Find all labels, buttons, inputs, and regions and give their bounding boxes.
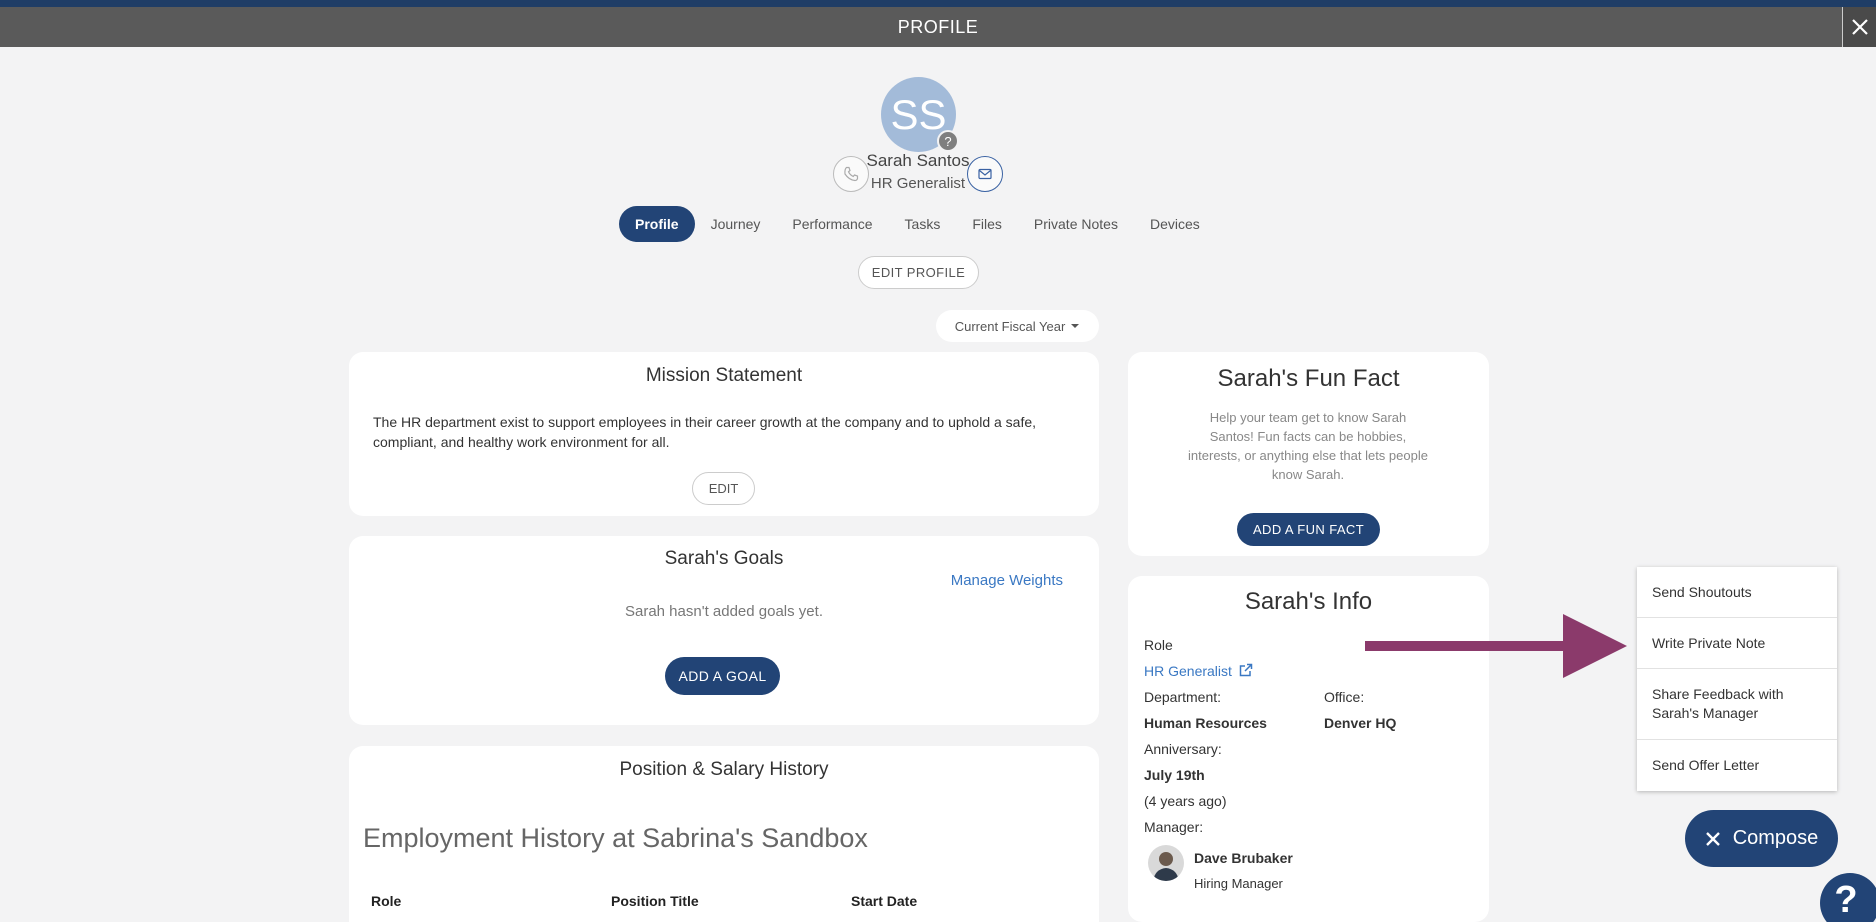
email-button[interactable] xyxy=(967,156,1003,192)
top-accent-strip xyxy=(0,0,1876,7)
office-label: Office: xyxy=(1324,689,1365,705)
goals-card: Sarah's Goals Manage Weights Sarah hasn'… xyxy=(349,536,1099,725)
close-icon xyxy=(1851,19,1868,35)
menu-item-write-private-note[interactable]: Write Private Note xyxy=(1637,618,1837,669)
position-history-card: Position & Salary History Employment His… xyxy=(349,746,1099,922)
role-link[interactable]: HR Generalist xyxy=(1144,663,1253,679)
caret-down-icon xyxy=(1071,324,1080,328)
column-header-start-date[interactable]: Start Date xyxy=(851,893,917,909)
manager-label: Manager: xyxy=(1144,819,1204,835)
compose-button[interactable]: Compose xyxy=(1685,810,1838,867)
tab-files[interactable]: Files xyxy=(972,206,1002,242)
tab-journey[interactable]: Journey xyxy=(711,206,761,242)
avatar-initials: SS xyxy=(890,90,947,138)
avatar-help-badge[interactable]: ? xyxy=(937,130,959,152)
role-label: Role xyxy=(1144,637,1173,653)
fiscal-year-select[interactable]: Current Fiscal Year xyxy=(936,310,1099,342)
user-role: HR Generalist xyxy=(870,175,966,192)
tab-performance[interactable]: Performance xyxy=(792,206,872,242)
user-name: Sarah Santos xyxy=(866,151,970,170)
position-history-title: Position & Salary History xyxy=(619,759,829,780)
anniversary-value: July 19th xyxy=(1144,767,1205,783)
menu-item-share-feedback[interactable]: Share Feedback with Sarah's Manager xyxy=(1637,669,1837,740)
manage-weights-link[interactable]: Manage Weights xyxy=(951,572,1063,589)
compose-menu: Send Shoutouts Write Private Note Share … xyxy=(1637,567,1837,791)
compose-label: Compose xyxy=(1732,827,1819,849)
anniversary-label: Anniversary: xyxy=(1144,741,1222,757)
person-icon xyxy=(1153,852,1179,881)
add-fun-fact-button[interactable]: ADD A FUN FACT xyxy=(1237,513,1380,546)
column-header-role[interactable]: Role xyxy=(371,893,401,909)
mission-statement-card: Mission Statement The HR department exis… xyxy=(349,352,1099,516)
role-link-text: HR Generalist xyxy=(1144,663,1232,679)
tab-private-notes[interactable]: Private Notes xyxy=(1034,206,1118,242)
column-header-position-title[interactable]: Position Title xyxy=(611,893,699,909)
page-title: PROFILE xyxy=(897,17,979,37)
profile-header: PROFILE xyxy=(0,7,1876,47)
fun-fact-card: Sarah's Fun Fact Help your team get to k… xyxy=(1128,352,1489,556)
manager-avatar[interactable] xyxy=(1148,845,1184,881)
help-icon: ? xyxy=(1834,878,1858,921)
close-button[interactable] xyxy=(1842,7,1876,47)
manager-name[interactable]: Dave Brubaker xyxy=(1194,850,1293,866)
fun-fact-text: Help your team get to know Sarah Santos!… xyxy=(1188,410,1428,482)
manager-title: Hiring Manager xyxy=(1194,876,1283,891)
avatar-help-badge-text: ? xyxy=(944,133,952,149)
external-link-icon xyxy=(1239,663,1253,677)
help-button[interactable]: ? xyxy=(1820,873,1876,922)
goals-title: Sarah's Goals xyxy=(664,548,784,569)
tab-profile[interactable]: Profile xyxy=(619,206,695,242)
info-title: Sarah's Info xyxy=(1244,588,1373,615)
edit-profile-button[interactable]: EDIT PROFILE xyxy=(858,256,979,289)
menu-item-send-shoutouts[interactable]: Send Shoutouts xyxy=(1637,567,1837,618)
anniversary-ago: (4 years ago) xyxy=(1144,793,1227,809)
mail-icon xyxy=(978,168,992,180)
department-value: Human Resources xyxy=(1144,715,1267,731)
fun-fact-title: Sarah's Fun Fact xyxy=(1217,365,1400,392)
add-goal-button[interactable]: ADD A GOAL xyxy=(665,657,780,695)
mission-title: Mission Statement xyxy=(645,365,803,386)
goals-empty-text: Sarah hasn't added goals yet. xyxy=(624,603,823,620)
tab-tasks[interactable]: Tasks xyxy=(905,206,941,242)
office-value: Denver HQ xyxy=(1324,715,1397,731)
fiscal-year-value: Current Fiscal Year xyxy=(954,318,1066,334)
tab-devices[interactable]: Devices xyxy=(1150,206,1200,242)
menu-item-send-offer-letter[interactable]: Send Offer Letter xyxy=(1637,740,1837,791)
profile-tabs: Profile Journey Performance Tasks Files … xyxy=(619,206,1232,242)
close-icon xyxy=(1705,831,1720,846)
department-label: Department: xyxy=(1144,689,1222,705)
phone-icon xyxy=(844,166,859,182)
annotation-arrow xyxy=(1365,614,1627,678)
edit-mission-button[interactable]: EDIT xyxy=(692,472,755,505)
employment-history-heading: Employment History at Sabrina's Sandbox xyxy=(363,823,868,853)
mission-text: The HR department exist to support emplo… xyxy=(373,414,1037,450)
